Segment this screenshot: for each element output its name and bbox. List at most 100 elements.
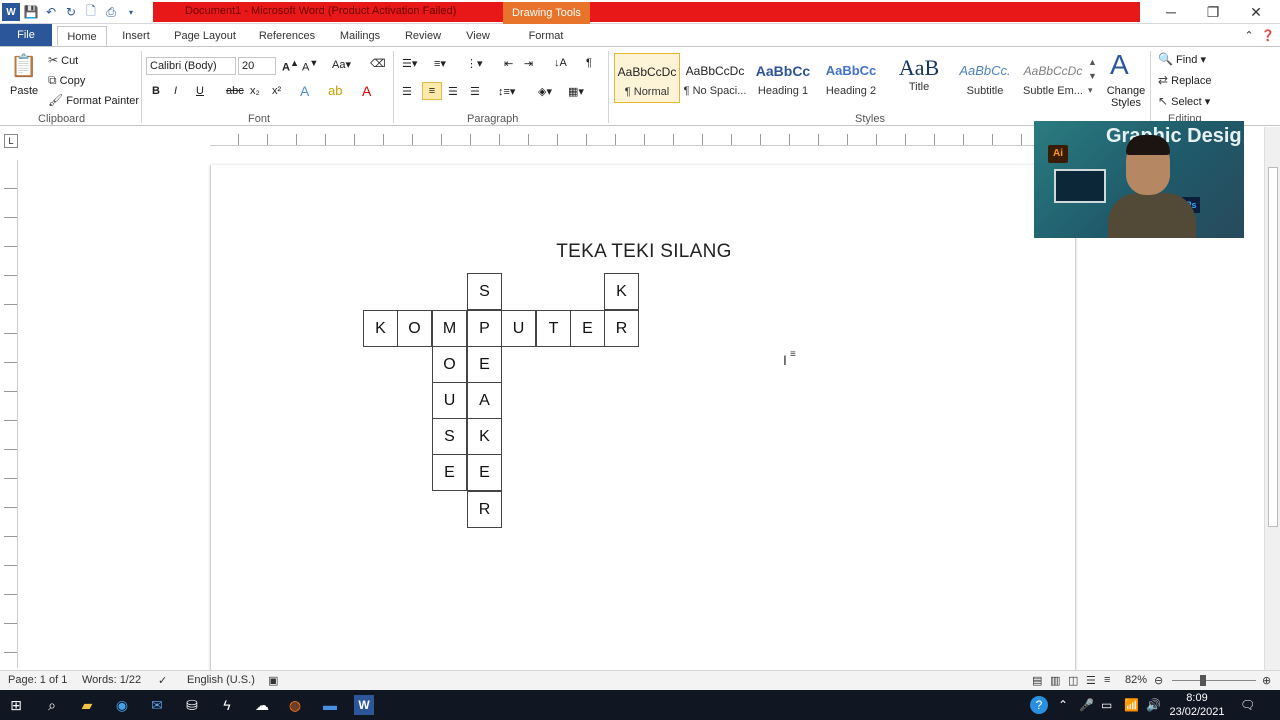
- tab-review[interactable]: Review: [398, 26, 448, 46]
- replace-button[interactable]: ⇄ Replace: [1158, 73, 1211, 87]
- select-button[interactable]: ↖ Select ▾: [1158, 94, 1210, 108]
- tab-page-layout[interactable]: Page Layout: [168, 26, 242, 46]
- macro-icon[interactable]: ▣: [268, 674, 278, 687]
- decrease-indent-icon[interactable]: ⇤: [504, 57, 513, 70]
- full-screen-view-icon[interactable]: ▥: [1050, 674, 1060, 687]
- print-layout-view-icon[interactable]: ▤: [1032, 674, 1042, 687]
- increase-indent-icon[interactable]: ⇥: [524, 57, 533, 70]
- help-icon[interactable]: ❓: [1260, 26, 1276, 46]
- shading-icon[interactable]: ◈▾: [538, 85, 552, 98]
- style-no-spacing[interactable]: AaBbCcDc ¶ No Spaci...: [682, 53, 748, 103]
- borders-icon[interactable]: ▦▾: [568, 85, 584, 98]
- help-tray-icon[interactable]: ?: [1030, 690, 1048, 720]
- tab-format[interactable]: Format: [518, 26, 574, 46]
- document-heading[interactable]: TEKA TEKI SILANG: [211, 241, 1077, 263]
- crossword-cell[interactable]: R: [467, 491, 502, 528]
- style-title[interactable]: AaB Title: [886, 53, 952, 103]
- draft-view-icon[interactable]: ≡: [1104, 674, 1110, 686]
- crossword-cell[interactable]: R: [604, 310, 639, 347]
- redo-icon[interactable]: ↻: [62, 3, 80, 21]
- paste-icon[interactable]: 📋: [10, 53, 37, 79]
- microphone-icon[interactable]: 🎤: [1079, 690, 1094, 720]
- font-size-select[interactable]: 20: [238, 57, 276, 75]
- sort-icon[interactable]: ↓A: [554, 57, 567, 69]
- show-hidden-icons[interactable]: ⌃: [1058, 690, 1068, 720]
- justify-icon[interactable]: ☰: [470, 85, 480, 98]
- vertical-scrollbar[interactable]: [1264, 127, 1280, 670]
- style-subtitle[interactable]: AaBbCc. Subtitle: [952, 53, 1018, 103]
- save-icon[interactable]: 💾: [22, 3, 40, 21]
- style-heading-2[interactable]: AaBbCc Heading 2: [818, 53, 884, 103]
- horizontal-ruler[interactable]: [210, 134, 1076, 146]
- paste-button[interactable]: Paste: [10, 85, 38, 97]
- tab-home[interactable]: Home: [57, 26, 107, 46]
- minimize-button[interactable]: ─: [1150, 0, 1192, 24]
- taskbar-clock[interactable]: 8:09 23/02/2021: [1168, 691, 1226, 719]
- copy-button[interactable]: ⧉ Copy: [48, 73, 85, 88]
- strikethrough-button[interactable]: abc: [226, 85, 244, 97]
- document-page[interactable]: TEKA TEKI SILANG S K K O M P U T E R O E…: [210, 165, 1076, 675]
- multilevel-list-icon[interactable]: ⋮▾: [466, 57, 483, 70]
- align-right-icon[interactable]: ☰: [448, 85, 458, 98]
- clear-formatting-icon[interactable]: ⌫: [370, 57, 386, 70]
- line-spacing-icon[interactable]: ↕≡▾: [498, 85, 515, 98]
- tab-stop-selector[interactable]: L: [4, 134, 18, 148]
- windows-start-icon[interactable]: ⊞: [6, 695, 26, 715]
- italic-button[interactable]: I: [174, 85, 177, 97]
- crossword-cell[interactable]: E: [432, 454, 467, 491]
- change-styles-icon[interactable]: A: [1110, 49, 1129, 81]
- close-button[interactable]: ✕: [1235, 0, 1277, 24]
- customize-qat-icon[interactable]: ▾: [122, 3, 140, 21]
- crossword-cell[interactable]: K: [363, 310, 398, 347]
- crossword-cell[interactable]: A: [467, 382, 502, 419]
- word-count[interactable]: Words: 1/22: [82, 674, 141, 686]
- undo-icon[interactable]: ↶: [42, 3, 60, 21]
- superscript-button[interactable]: x²: [272, 85, 281, 97]
- tab-references[interactable]: References: [252, 26, 322, 46]
- search-icon[interactable]: ⌕: [42, 695, 62, 715]
- tab-file[interactable]: File: [0, 24, 52, 46]
- tab-insert[interactable]: Insert: [112, 26, 160, 46]
- change-case-icon[interactable]: Aa▾: [332, 58, 351, 71]
- highlight-icon[interactable]: ab: [328, 83, 342, 98]
- style-heading-1[interactable]: AaBbCc Heading 1: [750, 53, 816, 103]
- action-center-icon[interactable]: 🗨: [1240, 690, 1255, 720]
- bold-button[interactable]: B: [152, 85, 160, 97]
- crossword-cell[interactable]: U: [432, 382, 467, 419]
- tab-mailings[interactable]: Mailings: [330, 26, 390, 46]
- font-name-select[interactable]: Calibri (Body): [146, 57, 236, 75]
- mail-icon[interactable]: ✉: [147, 695, 167, 715]
- proofing-icon[interactable]: ✓: [158, 674, 167, 687]
- outline-view-icon[interactable]: ☰: [1086, 674, 1096, 687]
- crossword-cell[interactable]: K: [604, 273, 639, 310]
- zoom-level[interactable]: 82%: [1125, 674, 1147, 686]
- numbering-icon[interactable]: ≡▾: [434, 57, 446, 70]
- bullets-icon[interactable]: ☰▾: [402, 57, 417, 70]
- style-subtle-emphasis[interactable]: AaBbCcDc Subtle Em...: [1020, 53, 1086, 103]
- crossword-cell[interactable]: P: [467, 310, 502, 347]
- web-layout-view-icon[interactable]: ◫: [1068, 674, 1078, 687]
- styles-scroll-icon[interactable]: ▲ ▼ ▾: [1088, 55, 1100, 97]
- shrink-font-icon[interactable]: A▼: [302, 58, 318, 74]
- find-button[interactable]: 🔍 Find ▾: [1158, 52, 1206, 66]
- format-painter-button[interactable]: 🖌 Format Painter: [48, 93, 139, 107]
- crossword-cell[interactable]: E: [570, 310, 605, 347]
- zoom-slider-thumb[interactable]: [1200, 675, 1206, 686]
- cut-button[interactable]: ✂ Cut: [48, 53, 78, 67]
- align-center-icon[interactable]: ≡: [422, 82, 442, 100]
- print-preview-icon[interactable]: ⎙: [102, 3, 120, 21]
- scrollbar-thumb[interactable]: [1268, 167, 1278, 527]
- crossword-cell[interactable]: T: [536, 310, 571, 347]
- crossword-cell[interactable]: K: [467, 418, 502, 455]
- font-color-icon[interactable]: A: [362, 83, 371, 99]
- crossword-cell[interactable]: O: [432, 346, 467, 383]
- collapse-ribbon-icon[interactable]: ⌃: [1242, 26, 1256, 46]
- subscript-button[interactable]: x₂: [250, 85, 260, 97]
- style-normal[interactable]: AaBbCcDc ¶ Normal: [614, 53, 680, 103]
- zoom-app-icon[interactable]: ▬: [320, 695, 340, 715]
- page-count[interactable]: Page: 1 of 1: [8, 674, 67, 686]
- file-explorer-icon[interactable]: ▰: [77, 695, 97, 715]
- edge-browser-icon[interactable]: ◉: [112, 695, 132, 715]
- zoom-in-button[interactable]: ⊕: [1262, 674, 1271, 687]
- change-styles-button[interactable]: Change Styles: [1106, 85, 1146, 109]
